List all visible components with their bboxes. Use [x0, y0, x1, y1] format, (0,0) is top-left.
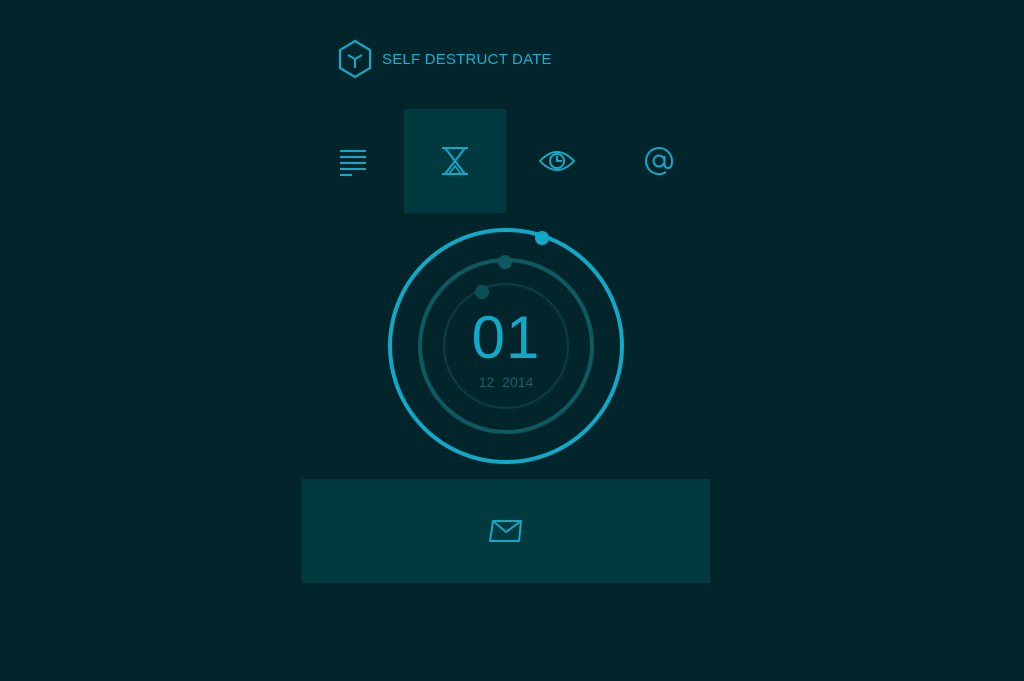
hourglass-icon — [442, 147, 468, 175]
page-title: SELF DESTRUCT DATE — [382, 50, 552, 68]
day-handle[interactable] — [475, 285, 489, 299]
send-button[interactable] — [302, 479, 710, 583]
tab-views[interactable] — [506, 109, 608, 213]
month-value: 12 — [478, 374, 495, 390]
date-dial[interactable]: 01 12 2014 — [386, 226, 626, 466]
year-value: 2014 — [502, 374, 534, 390]
brand-header: SELF DESTRUCT DATE — [336, 38, 552, 80]
year-handle[interactable] — [535, 231, 549, 245]
day-value: 01 — [471, 304, 541, 371]
tab-message[interactable] — [302, 109, 404, 213]
envelope-icon — [489, 520, 522, 542]
month-year-value: 12 2014 — [386, 374, 626, 390]
tab-email[interactable] — [608, 109, 710, 213]
text-lines-icon — [340, 150, 366, 176]
tab-timer[interactable] — [404, 109, 506, 213]
tab-bar — [302, 109, 710, 213]
cube-logo-icon — [338, 39, 372, 79]
eye-icon — [538, 151, 576, 171]
app-frame: SELF DESTRUCT DATE 01 12 2014 — [2, 2, 1022, 679]
at-sign-icon — [645, 147, 674, 175]
month-handle[interactable] — [498, 255, 512, 269]
